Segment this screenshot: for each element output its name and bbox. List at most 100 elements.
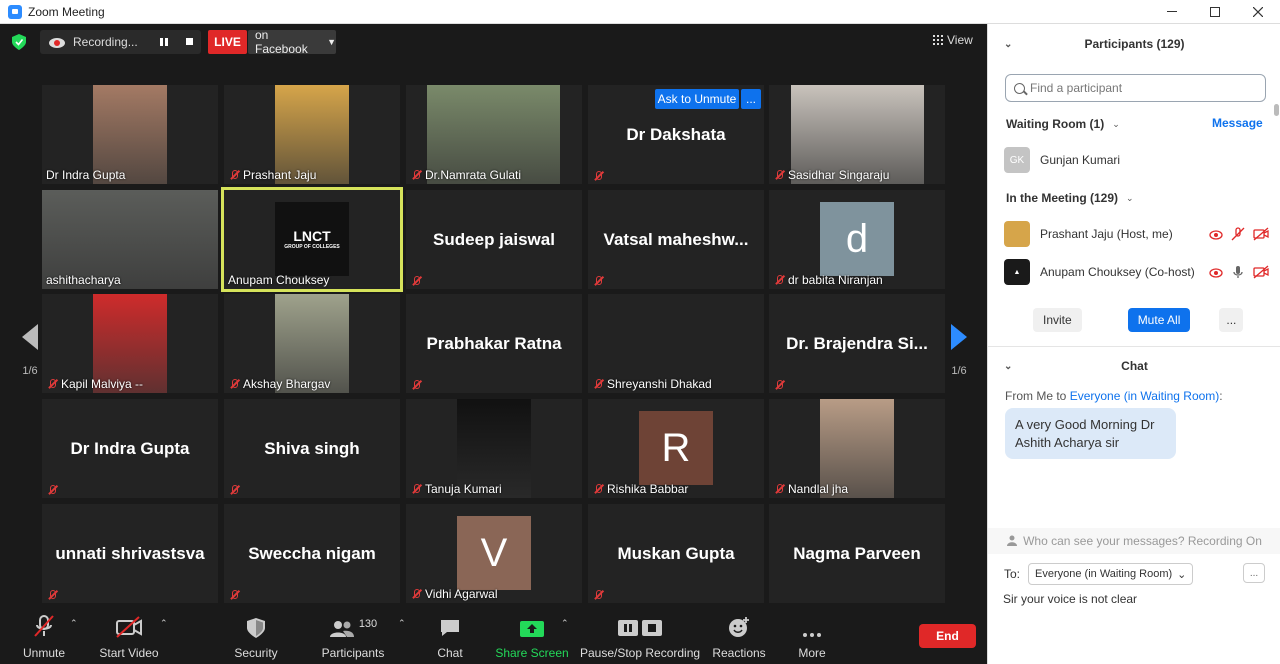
microphone-muted-icon <box>46 378 58 390</box>
video-tile[interactable]: Dr. Brajendra Si... <box>769 294 945 393</box>
participant-display-name: Shiva singh <box>264 438 360 458</box>
video-tile[interactable]: Kapil Malviya -- <box>42 294 218 393</box>
share-screen-button[interactable]: Share Screen ⌃ <box>495 608 569 664</box>
reactions-button[interactable]: Reactions <box>712 608 766 664</box>
share-options-caret-icon[interactable]: ⌃ <box>561 618 569 629</box>
chat-privacy-note[interactable]: Who can see your messages? Recording On <box>988 528 1280 554</box>
microphone-muted-icon <box>592 275 604 287</box>
waiting-room-section[interactable]: Waiting Room (1) ⌄ <box>1006 117 1120 131</box>
minimize-button[interactable] <box>1152 0 1192 24</box>
video-tile[interactable]: Prashant Jaju <box>224 85 400 184</box>
encryption-shield-icon[interactable] <box>12 34 26 50</box>
video-tile[interactable]: ashithacharya <box>42 190 218 289</box>
video-tile[interactable]: Nandlal jha <box>769 399 945 498</box>
tile-name-label <box>228 484 240 496</box>
view-button[interactable]: View <box>933 33 973 47</box>
collapse-chat-icon[interactable]: ⌄ <box>1004 361 1012 372</box>
tile-name-label: Tanuja Kumari <box>410 482 502 496</box>
participant-actions: Invite Mute All ... <box>1033 308 1244 332</box>
participants-caret-icon[interactable]: ⌃ <box>398 618 406 629</box>
microphone-muted-icon <box>228 378 240 390</box>
chat-recipient-link[interactable]: Everyone (in Waiting Room) <box>1070 389 1220 403</box>
maximize-button[interactable] <box>1195 0 1235 24</box>
message-waiting-room-link[interactable]: Message <box>1212 116 1263 130</box>
video-tile[interactable]: V Vidhi Agarwal <box>406 504 582 603</box>
video-off-icon[interactable] <box>1253 227 1269 241</box>
video-tile[interactable]: Shiva singh <box>224 399 400 498</box>
video-tile[interactable]: Dr Indra Gupta <box>42 399 218 498</box>
video-options-caret-icon[interactable]: ⌃ <box>160 618 168 629</box>
video-tile[interactable]: Dr.Namrata Gulati <box>406 85 582 184</box>
video-tile[interactable]: Dr Indra Gupta <box>42 85 218 184</box>
video-tile[interactable]: Sweccha nigam <box>224 504 400 603</box>
video-tile[interactable]: Dr Dakshata Ask to Unmute... <box>588 85 764 184</box>
meeting-toolbar: Unmute ⌃ Start Video ⌃ Security 130 Part… <box>0 608 987 664</box>
chat-message-input[interactable]: Sir your voice is not clear <box>1003 592 1137 606</box>
in-meeting-section[interactable]: In the Meeting (129) ⌄ <box>1006 191 1134 205</box>
video-tile[interactable]: Muskan Gupta <box>588 504 764 603</box>
video-tile[interactable]: Vatsal maheshw... <box>588 190 764 289</box>
close-button[interactable] <box>1238 0 1278 24</box>
audio-options-caret-icon[interactable]: ⌃ <box>70 618 78 629</box>
video-tile[interactable]: Prabhakar Ratna <box>406 294 582 393</box>
microphone-muted-icon[interactable] <box>1231 227 1245 241</box>
tile-name-label <box>592 275 604 287</box>
collapse-participants-icon[interactable]: ⌄ <box>1004 39 1012 50</box>
search-placeholder: Find a participant <box>1030 81 1123 95</box>
waiting-participant-row[interactable]: GK Gunjan Kumari <box>1004 147 1269 173</box>
video-tile[interactable]: unnati shrivastsva <box>42 504 218 603</box>
pause-stop-recording-button[interactable]: Pause/Stop Recording <box>580 608 700 664</box>
video-tile[interactable]: Sasidhar Singaraju <box>769 85 945 184</box>
tile-more-button[interactable]: ... <box>741 89 761 109</box>
in-meeting-label: In the Meeting (129) <box>1006 191 1119 205</box>
more-button[interactable]: More <box>797 608 827 664</box>
prev-page-button[interactable]: 1/6 <box>10 324 50 377</box>
chat-recipient-select[interactable]: Everyone (in Waiting Room) ⌄ <box>1028 563 1194 585</box>
chat-label: Chat <box>437 646 463 660</box>
stop-recording-icon[interactable] <box>186 38 193 45</box>
microphone-icon[interactable] <box>1231 265 1245 279</box>
next-page-button[interactable]: 1/6 <box>939 324 979 377</box>
video-tile[interactable]: Shreyanshi Dhakad <box>588 294 764 393</box>
participants-more-button[interactable]: ... <box>1219 308 1244 332</box>
unmute-button[interactable]: Unmute ⌃ <box>22 608 78 664</box>
participant-display-name: Dr Indra Gupta <box>70 438 190 458</box>
zoom-app-icon <box>8 4 22 19</box>
video-tile[interactable]: R Rishika Babbar <box>588 399 764 498</box>
participants-button[interactable]: 130 Participants ⌃ <box>322 608 406 664</box>
video-off-icon[interactable] <box>1253 265 1269 279</box>
microphone-muted-icon <box>410 483 422 495</box>
chat-more-button[interactable]: ... <box>1243 563 1265 583</box>
mute-all-button[interactable]: Mute All <box>1127 308 1191 332</box>
participant-search-input[interactable]: Find a participant <box>1005 74 1266 102</box>
video-tile[interactable]: Nagma Parveen <box>769 504 945 603</box>
tile-name-label: Akshay Bhargav <box>228 377 330 391</box>
security-button[interactable]: Security <box>234 608 278 664</box>
chat-button[interactable]: Chat <box>437 608 463 664</box>
video-tile[interactable]: Sudeep jaiswal <box>406 190 582 289</box>
video-tile[interactable]: Akshay Bhargav <box>224 294 400 393</box>
microphone-muted-icon <box>592 170 604 182</box>
microphone-muted-icon <box>46 589 58 601</box>
tile-name-label <box>773 379 785 391</box>
video-tile[interactable]: LNCT GROUP OF COLLEGES Anupam Chouksey <box>221 187 403 292</box>
chat-recipient-row: To: Everyone (in Waiting Room) ⌄ <box>1004 563 1194 585</box>
participant-row-host[interactable]: Prashant Jaju (Host, me) <box>1004 221 1269 247</box>
microphone-muted-icon <box>410 169 422 181</box>
people-icon <box>1007 535 1018 546</box>
ask-to-unmute-button[interactable]: Ask to Unmute <box>655 89 739 109</box>
live-stream-dropdown[interactable]: on Facebook ▼ <box>248 28 336 56</box>
end-meeting-button[interactable]: End <box>919 624 976 648</box>
participant-row-cohost[interactable]: ▲ Anupam Chouksey (Co-host) <box>1004 259 1269 285</box>
tile-name-label: Kapil Malviya -- <box>46 377 143 391</box>
video-tile[interactable]: d dr babita Niranjan <box>769 190 945 289</box>
participants-scrollbar[interactable] <box>1274 104 1279 116</box>
start-video-button[interactable]: Start Video ⌃ <box>99 608 168 664</box>
invite-button[interactable]: Invite <box>1033 308 1082 332</box>
video-tile[interactable]: Tanuja Kumari <box>406 399 582 498</box>
avatar: d <box>820 202 894 276</box>
avatar: ▲ <box>1004 259 1030 285</box>
pause-recording-icon[interactable] <box>160 38 168 46</box>
participant-display-name: Vatsal maheshw... <box>603 229 749 249</box>
tile-name-label: Nandlal jha <box>773 482 848 496</box>
